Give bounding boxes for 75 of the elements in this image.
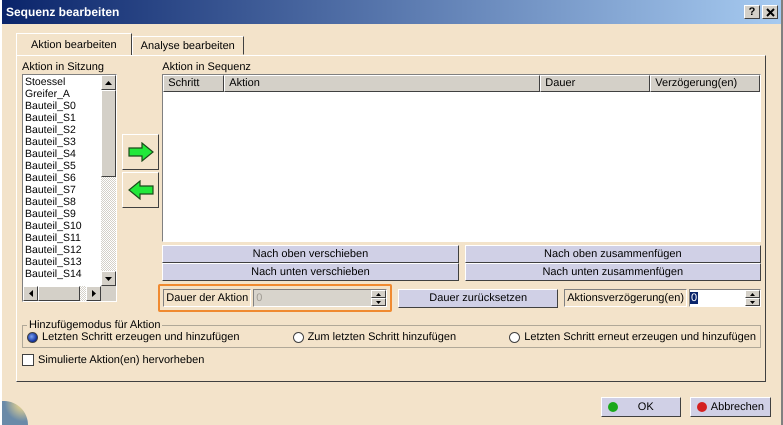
close-icon bbox=[766, 8, 774, 16]
list-item[interactable]: Bauteil_S7 bbox=[25, 184, 99, 196]
list-item[interactable]: Bauteil_S9 bbox=[25, 208, 99, 220]
corner-globe-drawing bbox=[2, 401, 28, 425]
scrollbar-thumb[interactable] bbox=[101, 90, 116, 177]
list-item[interactable]: Bauteil_S1 bbox=[25, 112, 99, 124]
group-label: Hinzufügemodus für Aktion bbox=[28, 319, 162, 331]
cancel-button[interactable]: Abbrechen bbox=[690, 397, 771, 417]
scrollbar-thumb[interactable] bbox=[38, 286, 80, 301]
column-header[interactable]: Verzögerung(en) bbox=[650, 75, 760, 92]
checkbox-label: Simulierte Aktion(en) hervorheben bbox=[38, 354, 204, 366]
left-arrow-icon bbox=[28, 290, 32, 297]
list-label: Aktion in Sitzung bbox=[22, 61, 105, 74]
down-arrow-icon bbox=[376, 300, 382, 304]
scrollbar-track[interactable] bbox=[80, 286, 86, 301]
scroll-left-button[interactable] bbox=[23, 286, 38, 301]
radio-button[interactable] bbox=[509, 332, 520, 342]
list-item[interactable]: Bauteil_S11 bbox=[25, 232, 99, 244]
scroll-up-button[interactable] bbox=[101, 75, 116, 90]
radio-button[interactable] bbox=[27, 332, 38, 342]
scroll-right-button[interactable] bbox=[86, 286, 101, 301]
radio-button[interactable] bbox=[292, 332, 304, 342]
delay-label: Aktionsverzögerung(en) bbox=[564, 289, 687, 307]
column-header[interactable]: Dauer bbox=[540, 75, 650, 92]
right-arrow-icon bbox=[92, 290, 96, 297]
status-dot-icon bbox=[608, 402, 618, 412]
list-item[interactable]: Bauteil_S13 bbox=[25, 256, 99, 268]
delay-value: 0 bbox=[690, 292, 698, 304]
up-arrow-icon bbox=[376, 292, 382, 296]
close-button[interactable] bbox=[762, 5, 778, 19]
left-arrow-icon bbox=[128, 180, 154, 200]
list-item[interactable]: Bauteil_S8 bbox=[25, 196, 99, 208]
tab[interactable]: Aktion bearbeiten bbox=[16, 33, 132, 55]
list-item[interactable]: Bauteil_S12 bbox=[25, 244, 99, 256]
list-item[interactable]: Bauteil_S10 bbox=[25, 220, 99, 232]
duration-value: 0 bbox=[255, 292, 264, 304]
checkbox[interactable] bbox=[22, 354, 34, 366]
ok-button[interactable]: OK bbox=[600, 397, 681, 417]
down-arrow-icon bbox=[105, 276, 112, 280]
column-header[interactable]: Aktion bbox=[224, 75, 540, 92]
scrollbar-corner bbox=[101, 286, 116, 301]
move-button[interactable]: Nach oben verschieben bbox=[162, 245, 459, 263]
list-item[interactable]: Bauteil_S5 bbox=[25, 160, 99, 172]
list-item[interactable]: Stoessel bbox=[25, 76, 99, 88]
list-item[interactable]: Bauteil_S14 bbox=[25, 268, 99, 280]
spin-up-button[interactable] bbox=[745, 290, 760, 298]
scroll-down-button[interactable] bbox=[101, 271, 116, 286]
list-item[interactable]: Bauteil_S2 bbox=[25, 124, 99, 136]
delay-field[interactable]: 0 bbox=[689, 289, 761, 307]
right-arrow-icon bbox=[128, 142, 154, 162]
list-item[interactable]: Bauteil_S3 bbox=[25, 136, 99, 148]
remove-button[interactable] bbox=[122, 172, 160, 208]
reset-duration-button[interactable]: Dauer zurücksetzen bbox=[398, 288, 558, 308]
table-label: Aktion in Sequenz bbox=[162, 61, 252, 74]
list-item[interactable]: Bauteil_S0 bbox=[25, 100, 99, 112]
help-button[interactable]: ? bbox=[744, 5, 760, 19]
up-arrow-icon bbox=[750, 292, 755, 296]
duration-label: Dauer der Aktion bbox=[163, 289, 252, 307]
list-item[interactable]: Greifer_A bbox=[25, 88, 99, 100]
move-button[interactable]: Nach oben zusammenfügen bbox=[464, 245, 761, 263]
down-arrow-icon bbox=[750, 300, 755, 304]
highlight-option[interactable]: Simulierte Aktion(en) hervorheben bbox=[22, 354, 761, 366]
window-title: Sequenz bearbeiten bbox=[6, 5, 120, 19]
list-item[interactable]: Bauteil_S4 bbox=[25, 148, 99, 160]
move-button[interactable]: Nach unten zusammenfügen bbox=[464, 263, 761, 281]
tab[interactable]: Analyse bearbeiten bbox=[132, 36, 244, 55]
vertical-scrollbar[interactable] bbox=[101, 75, 116, 286]
spin-down-button[interactable] bbox=[745, 298, 760, 306]
add-button[interactable] bbox=[122, 134, 160, 170]
status-dot-icon bbox=[696, 402, 707, 412]
horizontal-scrollbar[interactable] bbox=[23, 286, 116, 301]
move-button[interactable]: Nach unten verschieben bbox=[162, 263, 459, 281]
column-header[interactable]: Schritt bbox=[163, 75, 224, 92]
up-arrow-icon bbox=[105, 80, 112, 84]
list-item[interactable]: Bauteil_S6 bbox=[25, 172, 99, 184]
